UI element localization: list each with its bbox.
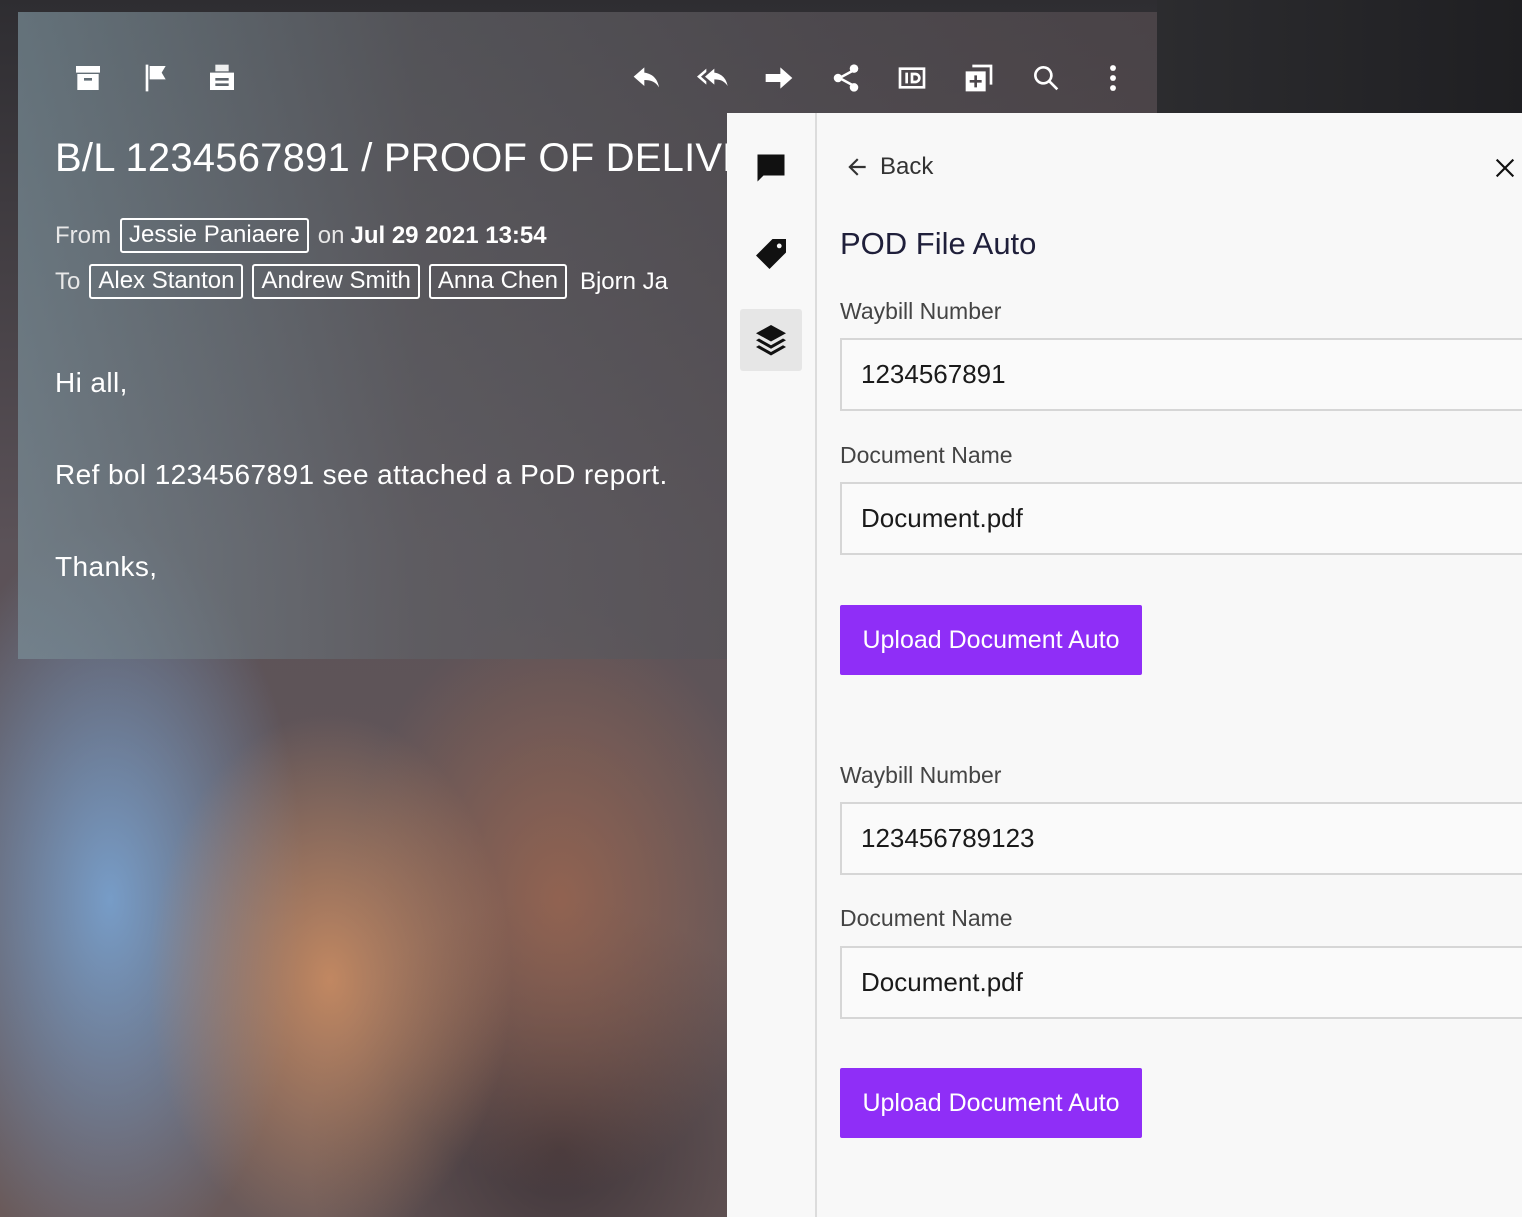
recipient-chip[interactable]: Andrew Smith <box>252 264 420 299</box>
tag-icon[interactable] <box>740 223 802 285</box>
from-row: From Jessie Paniaere on Jul 29 2021 13:5… <box>55 218 735 253</box>
email-date: Jul 29 2021 13:54 <box>350 221 547 249</box>
background-dark-region <box>1157 0 1522 113</box>
upload-document-button[interactable]: Upload Document Auto <box>840 605 1142 675</box>
sender-chip[interactable]: Jessie Paniaere <box>120 218 309 253</box>
arrow-left-icon <box>848 158 866 176</box>
share-icon[interactable] <box>828 60 864 96</box>
document-name-input[interactable] <box>840 482 1522 555</box>
close-icon[interactable] <box>1492 155 1518 181</box>
on-label: on <box>317 221 345 249</box>
recipient-overflow[interactable]: Bjorn Ja <box>580 268 668 296</box>
waybill-number-input[interactable] <box>840 802 1522 875</box>
panel-title: POD File Auto <box>840 226 1037 261</box>
document-name-input[interactable] <box>840 946 1522 1019</box>
more-vertical-icon[interactable] <box>1095 60 1131 96</box>
pod-side-panel: Back POD File Auto Waybill Number Docume… <box>727 113 1522 1217</box>
email-body-text: Ref bol 1234567891 see attached a PoD re… <box>55 459 668 490</box>
waybill-label: Waybill Number <box>840 298 1002 324</box>
back-button[interactable]: Back <box>844 153 933 181</box>
to-label: To <box>55 267 81 295</box>
document-name-label: Document Name <box>840 442 1013 468</box>
back-label: Back <box>880 153 934 180</box>
from-label: From <box>55 221 111 249</box>
email-body-greeting: Hi all, <box>55 367 128 398</box>
recipient-chip[interactable]: Alex Stanton <box>89 264 244 299</box>
layers-icon[interactable] <box>740 309 802 371</box>
panel-rail <box>727 113 817 1217</box>
reply-all-icon[interactable] <box>695 60 731 96</box>
print-icon[interactable] <box>204 60 240 96</box>
archive-icon[interactable] <box>70 60 106 96</box>
waybill-label: Waybill Number <box>840 762 1002 788</box>
upload-document-button[interactable]: Upload Document Auto <box>840 1068 1142 1138</box>
email-body-closing: Thanks, <box>55 551 158 582</box>
id-icon[interactable] <box>894 60 930 96</box>
reply-icon[interactable] <box>629 60 665 96</box>
email-subject: B/L 1234567891 / PROOF OF DELIVE <box>55 136 735 180</box>
search-icon[interactable] <box>1028 60 1064 96</box>
to-row: To Alex Stanton Andrew Smith Anna Chen B… <box>55 264 735 299</box>
flag-icon[interactable] <box>137 60 173 96</box>
forward-icon[interactable] <box>761 60 797 96</box>
comment-icon[interactable] <box>740 137 802 199</box>
waybill-number-input[interactable] <box>840 338 1522 411</box>
recipient-chip[interactable]: Anna Chen <box>428 264 567 299</box>
document-name-label: Document Name <box>840 905 1013 931</box>
add-copy-icon[interactable] <box>961 60 997 96</box>
